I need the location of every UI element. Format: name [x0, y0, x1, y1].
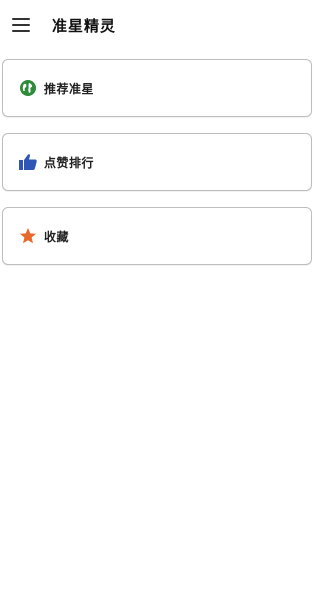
thumbs-up-icon: [18, 152, 38, 172]
menu-icon-line: [12, 30, 30, 32]
menu-card-label: 收藏: [44, 229, 70, 244]
menu-card-label: 推荐准星: [44, 81, 95, 96]
menu-card-label: 点赞排行: [44, 155, 95, 170]
menu-card-favorites[interactable]: 收藏: [2, 207, 312, 265]
app-title: 准星精灵: [52, 16, 117, 35]
app-bar: 准星精灵: [0, 0, 302, 50]
menu-icon: [12, 18, 30, 20]
menu-card-recommended[interactable]: 推荐准星: [2, 59, 312, 117]
menu-card-likes-ranking[interactable]: 点赞排行: [2, 133, 312, 191]
globe-icon: [18, 78, 38, 98]
menu-icon-line: [12, 24, 30, 26]
menu-button[interactable]: [12, 18, 30, 32]
star-icon: [18, 226, 38, 246]
